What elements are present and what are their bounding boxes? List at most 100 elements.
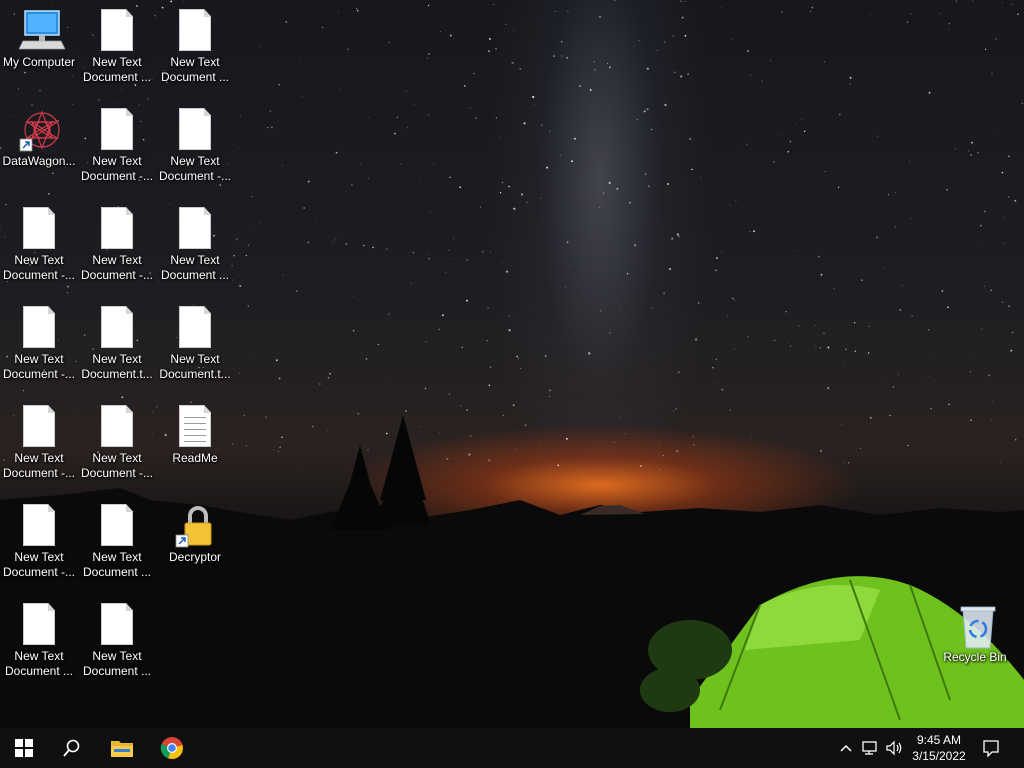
- star: [487, 307, 489, 310]
- star: [463, 85, 466, 87]
- star: [561, 55, 563, 57]
- icon-glyph: [97, 207, 137, 251]
- show-hidden-icons-button[interactable]: [838, 740, 854, 756]
- desktop-icon-doc-c2r4[interactable]: New Text Document.t...: [77, 298, 157, 382]
- icon-label: New Text Document ...: [160, 253, 230, 282]
- desktop-icon-decryptor[interactable]: Decryptor: [155, 496, 235, 565]
- desktop-icon-doc-c2r5[interactable]: New Text Document -...: [77, 397, 157, 481]
- star: [1003, 242, 1005, 245]
- desktop-icon-doc-c1r5[interactable]: New Text Document -...: [0, 397, 79, 481]
- star: [347, 48, 349, 50]
- star: [972, 355, 974, 356]
- desktop-icon-doc-c1r6[interactable]: New Text Document -...: [0, 496, 79, 580]
- star: [801, 118, 802, 120]
- desktop-icon-doc-c3r1[interactable]: New Text Document ...: [155, 1, 235, 85]
- star: [251, 196, 253, 198]
- star: [326, 429, 328, 431]
- star: [915, 266, 916, 268]
- desktop-icon-doc-c3r4[interactable]: New Text Document.t...: [155, 298, 235, 382]
- star: [984, 48, 987, 50]
- star: [282, 274, 284, 276]
- star: [907, 445, 909, 447]
- star: [439, 432, 441, 434]
- icon-label: New Text Document -...: [80, 253, 154, 282]
- chrome-button[interactable]: [148, 728, 196, 768]
- star: [650, 128, 653, 131]
- star: [414, 104, 416, 106]
- desktop-icon-doc-c1r7[interactable]: New Text Document ...: [0, 595, 79, 679]
- star: [499, 191, 502, 194]
- desktop-icon-doc-c2r7[interactable]: New Text Document ...: [77, 595, 157, 679]
- icon-label: Decryptor: [168, 550, 221, 564]
- desktop-icon-recycle-bin[interactable]: Recycle Bin: [935, 596, 1015, 665]
- desktop-icon-doc-c3r3[interactable]: New Text Document ...: [155, 199, 235, 283]
- search-button[interactable]: [48, 728, 96, 768]
- icon-glyph: [97, 306, 137, 350]
- desktop-icon-doc-c1r3[interactable]: New Text Document -...: [0, 199, 79, 283]
- star: [505, 24, 507, 25]
- star: [299, 57, 301, 59]
- star: [732, 297, 734, 300]
- icon-label: New Text Document -...: [2, 352, 76, 381]
- star: [488, 459, 491, 462]
- icon-label: New Text Document ...: [160, 55, 230, 84]
- desktop-icon-my-computer[interactable]: My Computer: [0, 1, 79, 70]
- datawagon-icon: [19, 110, 60, 152]
- star: [268, 333, 270, 335]
- star: [645, 173, 647, 175]
- star: [803, 130, 806, 132]
- desktop-icon-doc-c3r2[interactable]: New Text Document -...: [155, 100, 235, 184]
- desktop-icon-doc-c2r3[interactable]: New Text Document -...: [77, 199, 157, 283]
- star: [684, 0, 686, 2]
- star: [594, 68, 596, 71]
- star: [252, 354, 254, 355]
- network-button[interactable]: [862, 740, 880, 756]
- star: [811, 6, 814, 9]
- star: [321, 26, 324, 29]
- star: [1015, 439, 1017, 441]
- star: [634, 46, 635, 48]
- star: [585, 265, 587, 267]
- desktop-icon-doc-c2r2[interactable]: New Text Document -...: [77, 100, 157, 184]
- icon-glyph: [175, 405, 215, 449]
- star: [629, 202, 631, 204]
- star: [549, 395, 551, 398]
- star: [843, 365, 844, 366]
- start-button[interactable]: [0, 728, 48, 768]
- star: [691, 168, 693, 171]
- star: [419, 426, 421, 428]
- icon-label: My Computer: [2, 55, 76, 69]
- star: [245, 212, 246, 214]
- star: [17, 88, 20, 90]
- star: [406, 133, 408, 134]
- desktop-icon-doc-c2r6[interactable]: New Text Document ...: [77, 496, 157, 580]
- star: [449, 176, 451, 178]
- star: [663, 41, 666, 43]
- star: [853, 322, 856, 324]
- desktop-icon-doc-c1r4[interactable]: New Text Document -...: [0, 298, 79, 382]
- action-center-button[interactable]: [982, 739, 1000, 758]
- folder-icon: [111, 741, 133, 757]
- star: [493, 3, 495, 5]
- star: [356, 9, 359, 12]
- desktop-icon-readme[interactable]: ReadMe: [155, 397, 235, 466]
- volume-button[interactable]: [886, 740, 904, 756]
- star: [970, 419, 972, 421]
- star: [239, 285, 242, 287]
- desktop-icon-doc-c2r1[interactable]: New Text Document ...: [77, 1, 157, 85]
- file-explorer-button[interactable]: [98, 728, 146, 768]
- star: [566, 241, 569, 244]
- clock[interactable]: 9:45 AM 3/15/2022: [910, 732, 968, 764]
- star: [841, 423, 843, 425]
- desktop-icon-datawagon[interactable]: DataWagon...: [0, 100, 79, 169]
- star: [753, 230, 756, 233]
- star: [729, 204, 731, 206]
- star: [259, 222, 260, 224]
- star: [245, 254, 248, 257]
- star: [671, 237, 674, 240]
- star: [947, 306, 949, 309]
- star: [505, 270, 509, 273]
- star: [523, 122, 526, 125]
- star: [1007, 195, 1010, 198]
- star: [481, 250, 484, 253]
